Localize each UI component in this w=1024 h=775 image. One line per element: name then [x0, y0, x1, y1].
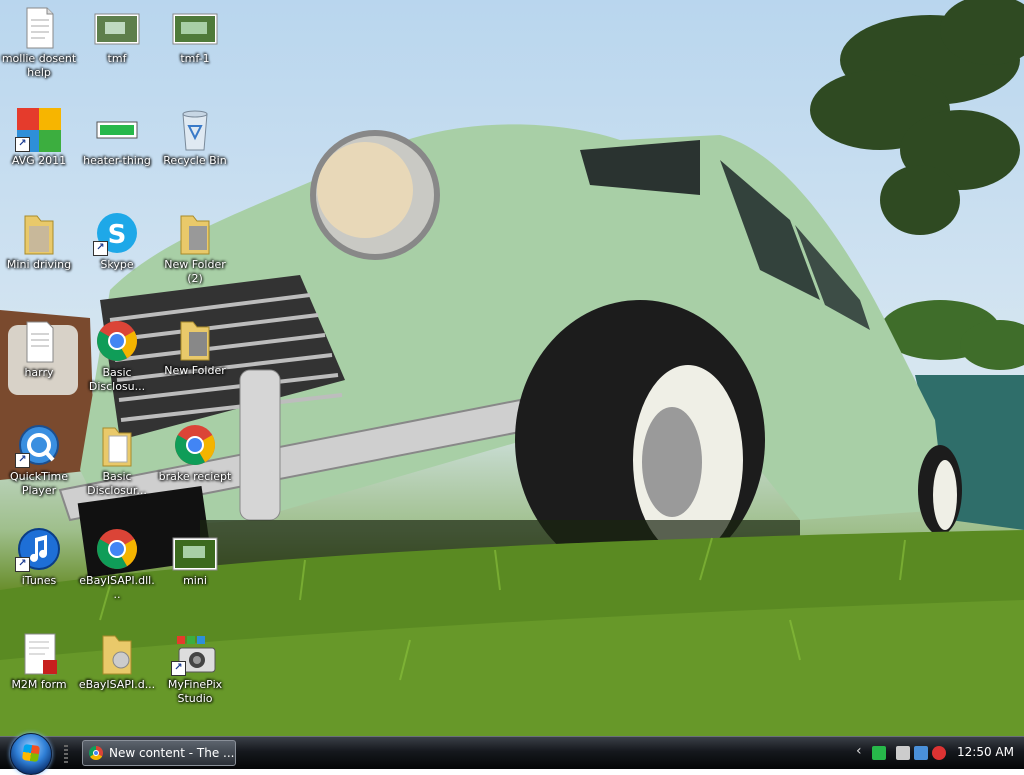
desktop-icon-basic-disclosur[interactable]: Basic Disclosur... [78, 424, 156, 498]
desktop-icon-label: tmf-1 [180, 52, 210, 65]
pdf-document-icon [15, 632, 63, 676]
shortcut-arrow-icon: ↗ [15, 137, 30, 152]
taskbar-button-chrome[interactable]: New content - The ... [82, 740, 236, 766]
desktop-icon-label: New Folder (2) [164, 258, 226, 285]
folder-icon [171, 212, 219, 256]
image-thumbnail-icon [171, 536, 219, 572]
shortcut-arrow-icon: ↗ [171, 661, 186, 676]
taskbar-button-label: New content - The ... [109, 746, 235, 760]
desktop-icon-label: M2M form [11, 678, 67, 691]
chrome-icon [93, 528, 141, 572]
desktop-icon-brake-reciept[interactable]: brake reciept [156, 424, 234, 484]
desktop-icon-label: brake reciept [158, 470, 232, 483]
desktop-icon-mini[interactable]: mini [156, 536, 234, 588]
desktop-icon-label: New Folder [164, 364, 226, 377]
skype-icon: S ↗ [93, 212, 141, 256]
image-thumbnail-icon [93, 6, 141, 50]
folder-icon [15, 212, 63, 256]
avg-icon: ↗ [15, 108, 63, 152]
camera-icon: ↗ [171, 632, 219, 676]
desktop-icon-label: harry [24, 366, 54, 379]
desktop-icon-new-folder[interactable]: New Folder [156, 318, 234, 378]
desktop-icon-label: iTunes [21, 574, 57, 587]
itunes-icon: ↗ [15, 528, 63, 572]
desktop-icon-tmf-1[interactable]: tmf-1 [156, 6, 234, 66]
quicktime-icon: ↗ [15, 424, 63, 468]
taskbar: New content - The ... ‹ 12:50 AM [0, 733, 1024, 775]
desktop-icon-label: AVG 2011 [11, 154, 67, 167]
image-thumbnail-icon [171, 6, 219, 50]
desktop-icon-m2m-form[interactable]: M2M form [0, 632, 78, 692]
security-check-icon[interactable] [872, 746, 886, 760]
folder-icon [171, 318, 219, 362]
taskbar-clock[interactable]: 12:50 AM [957, 745, 1014, 759]
chrome-icon [93, 320, 141, 364]
desktop-icon-tmf[interactable]: tmf [78, 6, 156, 66]
desktop-icon-itunes[interactable]: ↗ iTunes [0, 528, 78, 588]
chrome-icon [89, 746, 103, 760]
svg-text:S: S [108, 220, 127, 250]
desktop-icon-label: mollie dosent help [1, 52, 77, 79]
folder-icon [93, 424, 141, 468]
desktop-icon-label: tmf [107, 52, 127, 65]
desktop-icon-heater-thing[interactable]: heater-thing [78, 108, 156, 168]
battery-icon [93, 108, 141, 152]
desktop-icon-label: MyFinePix Studio [167, 678, 223, 705]
show-hidden-icons-button[interactable]: ‹ [856, 743, 862, 759]
shortcut-arrow-icon: ↗ [15, 453, 30, 468]
desktop-icon-basic-disclosu[interactable]: Basic Disclosu... [78, 320, 156, 394]
desktop-icon-label: heater-thing [83, 154, 151, 167]
recycle-bin-icon [171, 108, 219, 152]
tree-foliage [810, 0, 1024, 235]
shortcut-arrow-icon: ↗ [15, 557, 30, 572]
desktop-icon-ebayisapi-d[interactable]: eBayISAPI.d... [78, 632, 156, 692]
taskbar-grip[interactable] [64, 745, 68, 763]
desktop-icon-harry[interactable]: harry [0, 320, 78, 380]
desktop-icon-new-folder-2[interactable]: New Folder (2) [156, 212, 234, 286]
desktop-icon-quicktime-player[interactable]: ↗ QuickTime Player [0, 424, 78, 498]
desktop-icon-myfinepix-studio[interactable]: ↗ MyFinePix Studio [156, 632, 234, 706]
safely-remove-hardware-icon[interactable] [896, 746, 910, 760]
desktop-icon-mollie-dosent-help[interactable]: mollie dosent help [0, 6, 78, 80]
volume-muted-icon[interactable] [932, 746, 946, 760]
network-icon[interactable] [914, 746, 928, 760]
start-button[interactable] [10, 733, 52, 775]
desktop-icon-label: eBayISAPI.dll... [79, 574, 155, 601]
desktop-icon-ebayisapi-dll[interactable]: eBayISAPI.dll... [78, 528, 156, 602]
desktop-icon-label: Basic Disclosur... [87, 470, 147, 497]
folder-icon [93, 632, 141, 676]
desktop-icon-label: QuickTime Player [9, 470, 69, 497]
desktop-icon-label: eBayISAPI.d... [78, 678, 156, 691]
desktop-icon-label: Recycle Bin [163, 154, 227, 167]
desktop-icon-label: mini [183, 574, 207, 587]
desktop-icon-skype[interactable]: S ↗ Skype [78, 212, 156, 272]
text-document-icon [15, 6, 63, 50]
desktop-icon-mini-driving[interactable]: Mini driving [0, 212, 78, 272]
desktop-icon-label: Mini driving [6, 258, 72, 271]
text-document-icon [15, 320, 63, 364]
desktop-icon-recycle-bin[interactable]: Recycle Bin [156, 108, 234, 168]
system-tray: ‹ 12:50 AM [852, 737, 1024, 769]
desktop-icon-label: Skype [100, 258, 134, 271]
desktop-icon-label: Basic Disclosu... [88, 366, 146, 393]
shortcut-arrow-icon: ↗ [93, 241, 108, 256]
desktop-icon-avg-2011[interactable]: ↗ AVG 2011 [0, 108, 78, 168]
chrome-icon [171, 424, 219, 468]
